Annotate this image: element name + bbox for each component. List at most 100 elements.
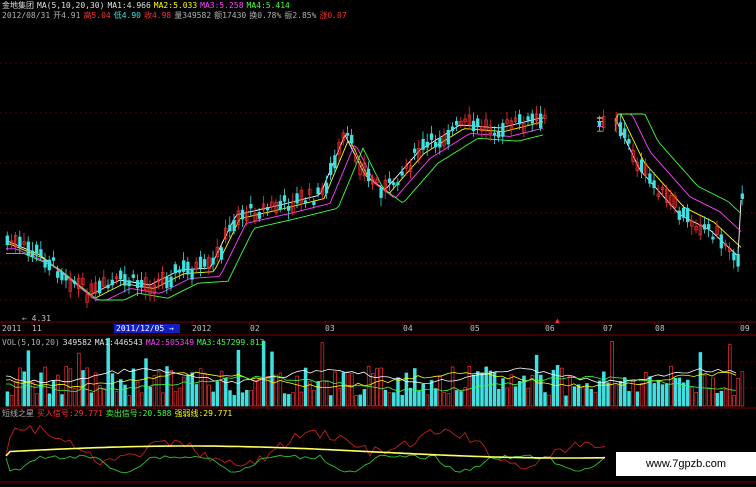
volume-bar bbox=[240, 392, 245, 407]
volume-bar bbox=[190, 372, 194, 407]
candle-body bbox=[165, 276, 169, 289]
candle-body bbox=[366, 168, 371, 182]
candle-body bbox=[425, 141, 429, 148]
axis-label: 06 bbox=[545, 324, 555, 333]
volume-bar bbox=[476, 371, 480, 407]
axis-label: 11 bbox=[32, 324, 42, 333]
volume-bar bbox=[438, 376, 442, 407]
volume-bar bbox=[102, 387, 106, 407]
volume-bar bbox=[131, 368, 136, 407]
volume-bar bbox=[669, 365, 673, 407]
volume-bar bbox=[329, 395, 333, 407]
candle-body bbox=[648, 173, 652, 184]
candle-body bbox=[211, 257, 215, 265]
volume-bar bbox=[257, 377, 262, 407]
volume-bar bbox=[47, 393, 52, 407]
axis-label: 05 bbox=[470, 324, 480, 333]
candle-body bbox=[677, 210, 681, 220]
candle-body bbox=[400, 171, 404, 176]
volume-bar bbox=[303, 367, 308, 407]
candle-body bbox=[182, 260, 186, 272]
volume-bar bbox=[429, 380, 434, 407]
candle-body bbox=[413, 148, 417, 153]
volume-bar bbox=[198, 368, 203, 407]
ind-title: 短线之星 bbox=[2, 409, 34, 418]
volume-bar bbox=[505, 387, 509, 407]
volume-bar bbox=[501, 378, 505, 407]
volume-bar bbox=[26, 350, 31, 407]
volume-bar bbox=[299, 391, 304, 407]
volume-bar bbox=[228, 390, 232, 407]
volume-bar bbox=[148, 386, 152, 407]
candle-body bbox=[232, 219, 236, 232]
volume-bar bbox=[732, 394, 736, 407]
volume-bar bbox=[5, 391, 10, 407]
strength-value: 29.771 bbox=[203, 409, 233, 418]
candle-body bbox=[140, 279, 144, 288]
volume-bar bbox=[413, 368, 417, 407]
candle-body bbox=[282, 195, 287, 202]
volume-bar bbox=[173, 391, 178, 407]
candle-body bbox=[518, 114, 522, 125]
volume-bar bbox=[320, 342, 325, 407]
candle-body bbox=[60, 272, 64, 281]
volume-bar bbox=[698, 352, 703, 407]
candle-body bbox=[72, 280, 77, 284]
volume-bar bbox=[194, 384, 199, 407]
candle-body bbox=[421, 138, 425, 150]
strength-label: 强弱线: bbox=[174, 409, 204, 418]
volume-bar bbox=[253, 380, 257, 407]
volume-bar bbox=[576, 384, 581, 407]
candle-body bbox=[324, 182, 329, 194]
candle-body bbox=[240, 209, 245, 220]
candle-body bbox=[707, 224, 711, 230]
volume-bar bbox=[144, 358, 148, 407]
volume-bar bbox=[392, 392, 396, 407]
candle-body bbox=[597, 121, 602, 127]
volume-bar bbox=[690, 387, 694, 407]
volume-bar bbox=[434, 388, 438, 407]
indicator-lines bbox=[5, 424, 606, 474]
volume-bar bbox=[140, 392, 144, 407]
volume-bar bbox=[656, 379, 661, 407]
cursor-date-box: 2011/12/05 → bbox=[114, 324, 180, 333]
volume-bars bbox=[5, 338, 745, 407]
candlesticks bbox=[5, 105, 744, 309]
volume-header: VOL(5,10,20) 349582 MA1:446543 MA2:505349 MA… bbox=[2, 338, 267, 348]
candle-body bbox=[278, 200, 282, 210]
volume-bar bbox=[274, 374, 278, 407]
volume-bar bbox=[539, 374, 543, 407]
volume-bar bbox=[660, 384, 665, 407]
volume-bar bbox=[686, 379, 690, 407]
candle-body bbox=[345, 133, 350, 136]
volume-bar bbox=[711, 377, 715, 407]
candle-body bbox=[110, 279, 114, 286]
volume-bar bbox=[408, 387, 413, 407]
buy-value: 29.771 bbox=[73, 409, 103, 418]
ma-line bbox=[6, 113, 742, 301]
volume-bar bbox=[602, 371, 606, 407]
candle-body bbox=[350, 134, 354, 144]
volume-bar bbox=[425, 394, 430, 407]
volume-bar bbox=[186, 375, 190, 407]
volume-bar bbox=[635, 391, 640, 407]
volume-bar bbox=[345, 371, 350, 407]
volume-bar bbox=[484, 366, 488, 407]
candle-body bbox=[639, 159, 644, 173]
volume-bar bbox=[354, 395, 358, 407]
vol-ma3: MA3:457299.813 bbox=[197, 338, 265, 347]
volume-bar bbox=[677, 377, 682, 407]
volume-bar bbox=[681, 382, 686, 407]
axis-label: 2012 bbox=[192, 324, 211, 333]
volume-bar bbox=[14, 381, 18, 407]
axis-label: 04 bbox=[403, 324, 413, 333]
candle-body bbox=[530, 113, 534, 124]
volume-bar bbox=[35, 393, 39, 407]
volume-bar bbox=[350, 373, 354, 407]
volume-bar bbox=[492, 372, 497, 407]
volume-bar bbox=[488, 370, 493, 407]
volume-bar bbox=[694, 392, 698, 407]
candle-body bbox=[203, 259, 207, 267]
candle-body bbox=[312, 201, 316, 205]
candle-body bbox=[618, 122, 623, 137]
